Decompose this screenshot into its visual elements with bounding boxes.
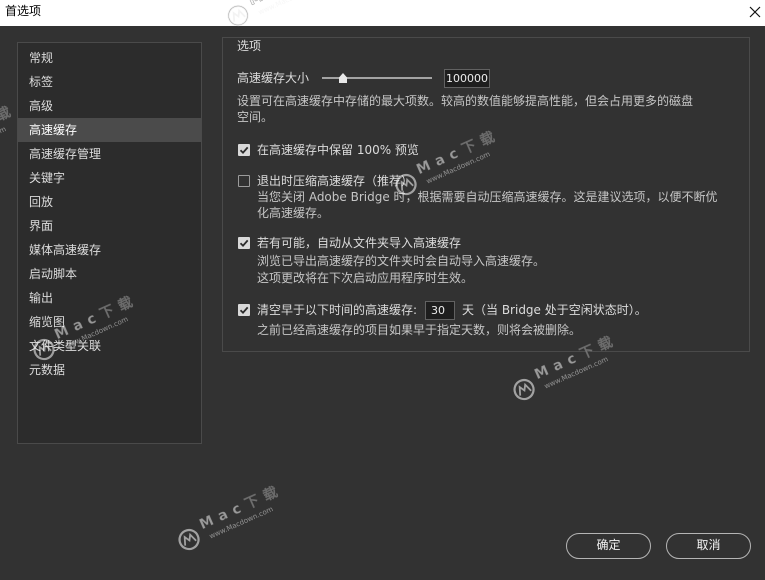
watermark-url: www.Macdown.com (543, 355, 610, 391)
sidebar-item-metadata[interactable]: 元数据 (18, 358, 201, 382)
cancel-button[interactable]: 取消 (666, 533, 751, 559)
sidebar-item-cache-management[interactable]: 高速缓存管理 (18, 142, 201, 166)
macdown-logo-icon (175, 525, 204, 554)
watermark-url: www.Macdown.com (0, 125, 8, 161)
watermark: Mac下载 www.Macdown.com (174, 472, 321, 555)
sidebar-item-media-cache[interactable]: 媒体高速缓存 (18, 238, 201, 262)
macdown-logo-icon (510, 375, 539, 404)
title-bar: 首选项 (0, 0, 765, 26)
sidebar-item-output[interactable]: 输出 (18, 286, 201, 310)
auto-import-description-line: 这项更改将在下次启动应用程序时生效。 (257, 271, 474, 285)
watermark-brand: Mac下载 (197, 481, 286, 534)
purge-days-input[interactable]: 30 (425, 301, 455, 320)
sidebar-item-cache[interactable]: 高速缓存 (18, 118, 201, 142)
compact-on-exit-description-line: 化高速缓存。 (257, 206, 330, 220)
category-list: 常规 标签 高级 高速缓存 高速缓存管理 关键字 回放 界面 媒体高速缓存 启动… (17, 42, 202, 444)
compact-on-exit-description-line: 当您关闭 Adobe Bridge 时，根据需要自动压缩高速缓存。这是建议选项，… (257, 190, 718, 204)
cache-size-slider[interactable] (322, 70, 432, 86)
close-icon[interactable] (749, 6, 761, 18)
auto-import-checkbox[interactable] (238, 237, 250, 249)
cache-size-slider-thumb[interactable] (338, 73, 347, 83)
purge-older-label: 清空早于以下时间的高速缓存: (257, 303, 418, 317)
preferences-dialog: 首选项 常规 标签 高级 高速缓存 高速缓存管理 关键字 回放 界面 媒体高速缓… (0, 0, 765, 580)
sidebar-item-file-type-associations[interactable]: 文件类型关联 (18, 334, 201, 358)
cache-size-description-line: 设置可在高速缓存中存储的最大项数。较高的数值能够提高性能，但会占用更多的磁盘 (237, 94, 694, 108)
sidebar-item-startup-scripts[interactable]: 启动脚本 (18, 262, 201, 286)
auto-import-label: 若有可能，自动从文件夹导入高速缓存 (257, 236, 462, 250)
cache-size-input[interactable]: 100000 (444, 69, 490, 88)
purge-older-checkbox[interactable] (238, 304, 250, 316)
category-list-items: 常规 标签 高级 高速缓存 高速缓存管理 关键字 回放 界面 媒体高速缓存 启动… (18, 46, 201, 382)
options-group-label: 选项 (237, 39, 262, 53)
purge-older-description-line: 之前已经高速缓存的项目如果早于指定天数，则将会被删除。 (257, 323, 582, 337)
window-title: 首选项 (5, 4, 42, 18)
sidebar-item-advanced[interactable]: 高级 (18, 94, 201, 118)
cache-size-label: 高速缓存大小 (237, 71, 310, 85)
purge-days-suffix: 天（当 Bridge 处于空闲状态时）。 (462, 303, 647, 317)
auto-import-description-line: 浏览已导出高速缓存的文件夹时会自动导入高速缓存。 (257, 254, 546, 268)
keep-previews-checkbox[interactable] (238, 144, 250, 156)
sidebar-item-keywords[interactable]: 关键字 (18, 166, 201, 190)
keep-previews-label: 在高速缓存中保留 100% 预览 (257, 143, 419, 157)
compact-on-exit-label: 退出时压缩高速缓存（推荐） (257, 174, 414, 188)
sidebar-item-playback[interactable]: 回放 (18, 190, 201, 214)
sidebar-item-thumbnails[interactable]: 缩览图 (18, 310, 201, 334)
watermark-url: www.Macdown.com (208, 505, 275, 541)
compact-on-exit-checkbox[interactable] (238, 175, 250, 187)
sidebar-item-general[interactable]: 常规 (18, 46, 201, 70)
ok-button[interactable]: 确定 (566, 533, 651, 559)
cache-size-description-line: 空间。 (237, 110, 274, 124)
sidebar-item-labels[interactable]: 标签 (18, 70, 201, 94)
sidebar-item-interface[interactable]: 界面 (18, 214, 201, 238)
